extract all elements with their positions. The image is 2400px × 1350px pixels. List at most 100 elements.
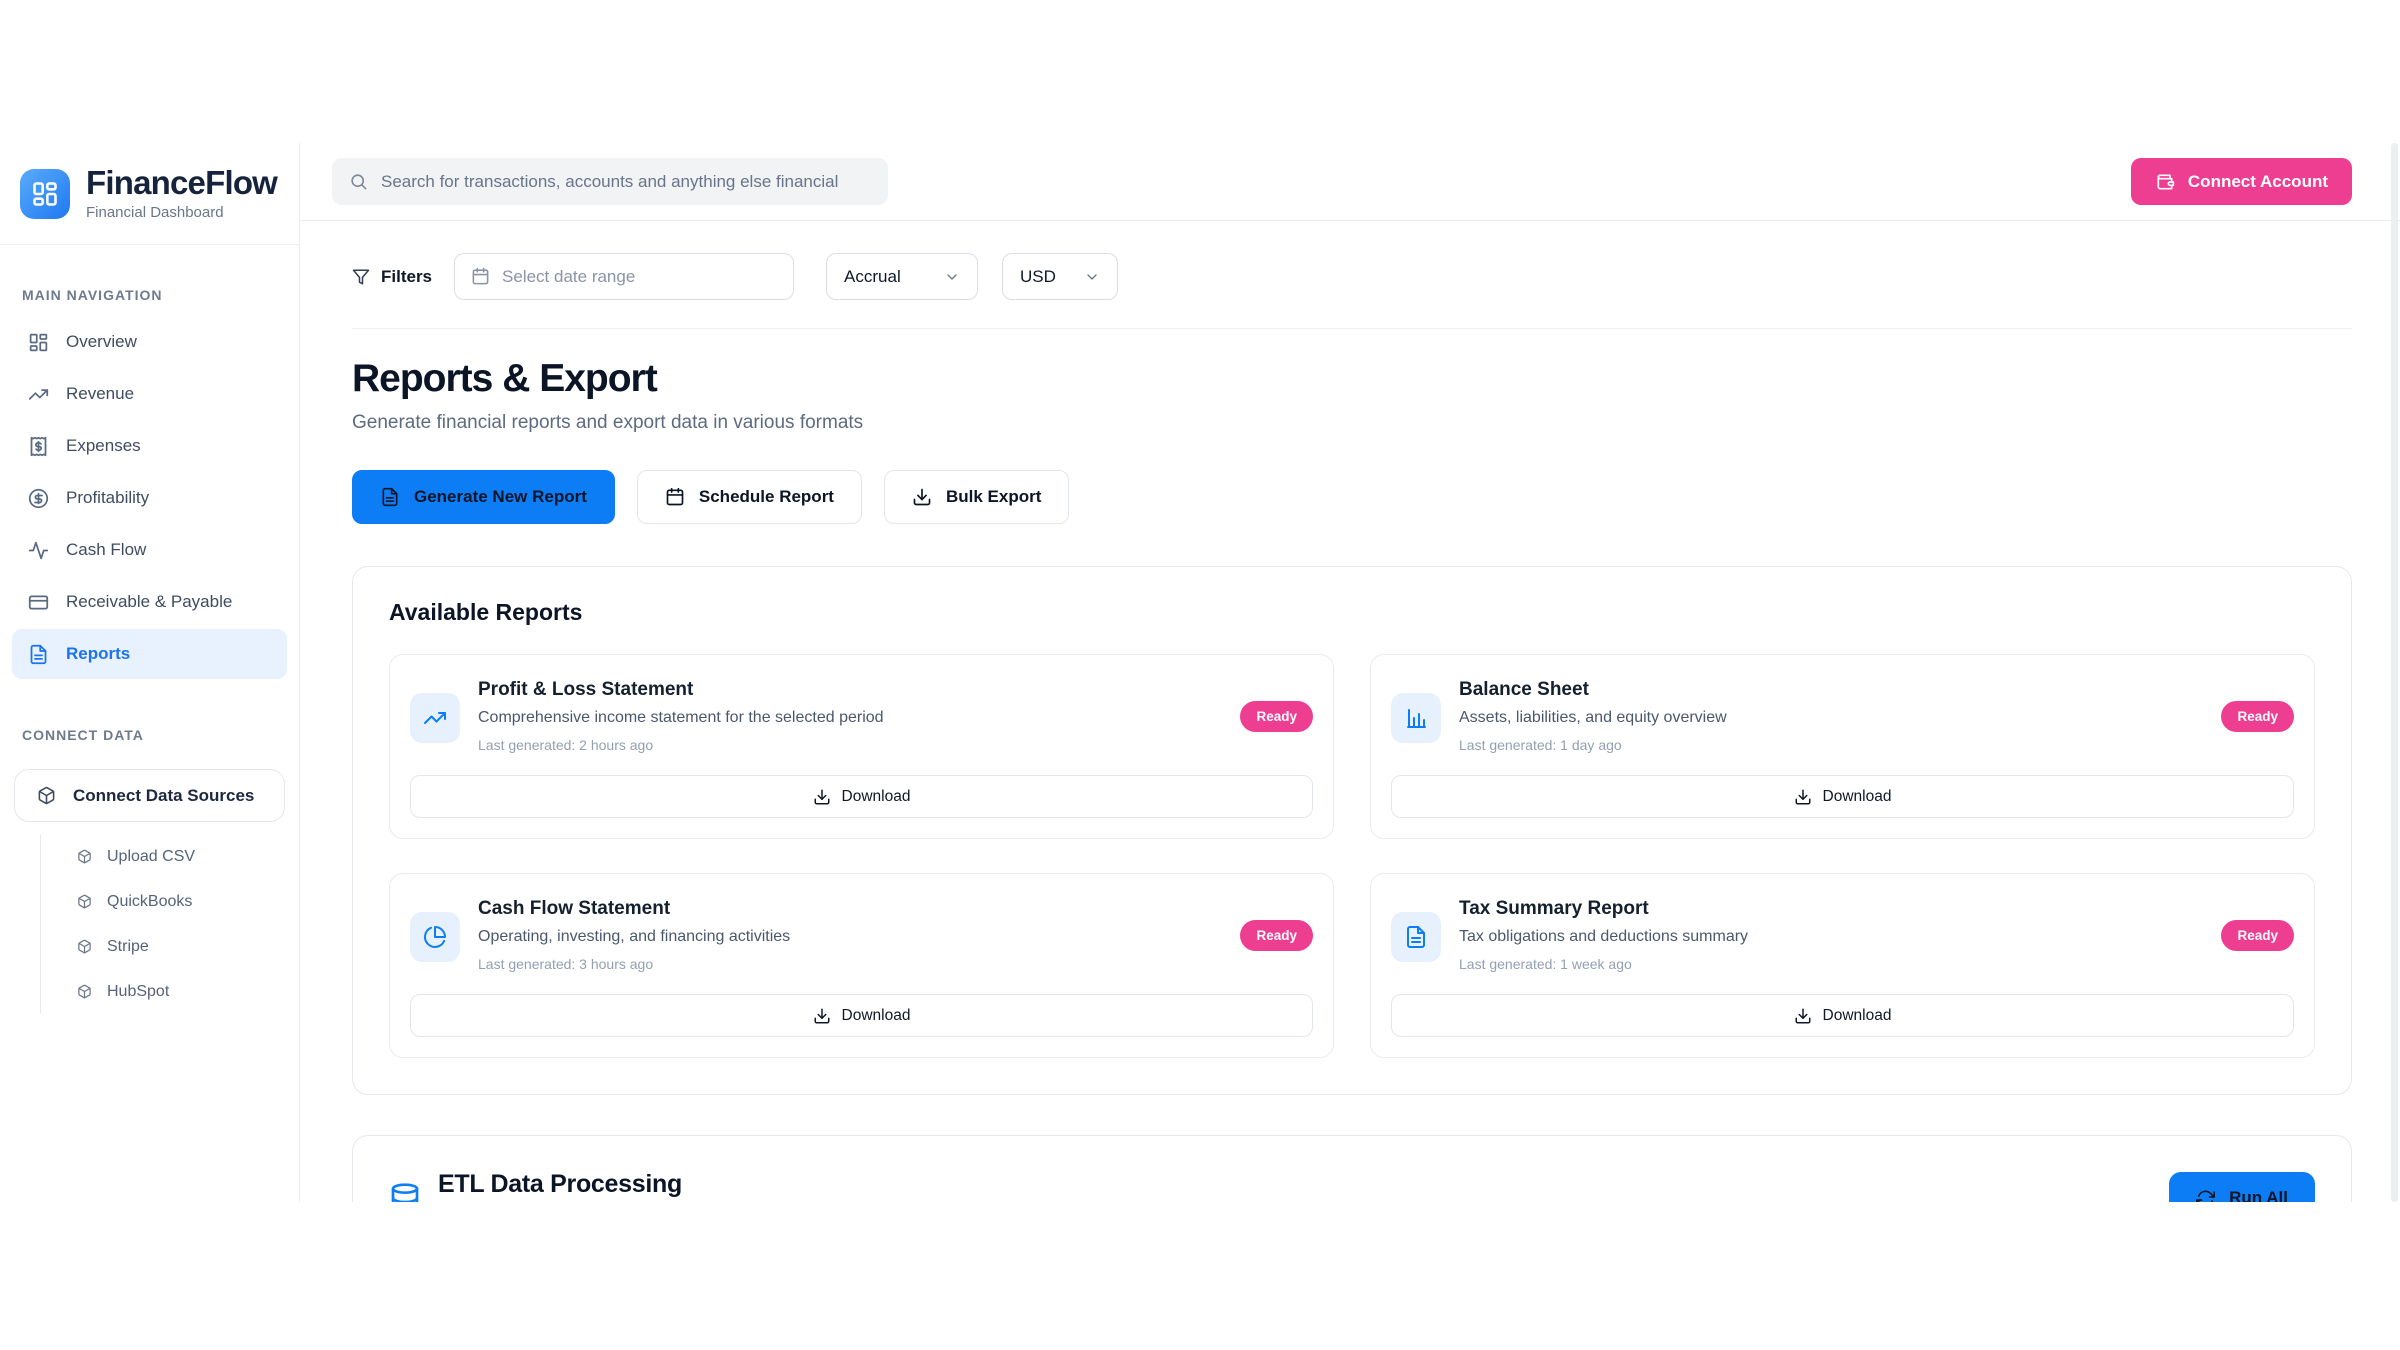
download-icon <box>1794 788 1812 806</box>
connect-data-sources-button[interactable]: Connect Data Sources <box>14 769 285 822</box>
funnel-icon <box>352 268 370 286</box>
receipt-icon <box>28 436 49 457</box>
sidebar-item-label: Cash Flow <box>66 540 146 560</box>
app-logo <box>20 169 70 219</box>
report-icon-tile <box>410 693 460 743</box>
status-badge: Ready <box>1240 701 1313 732</box>
sidebar-item-label: Profitability <box>66 488 149 508</box>
connect-account-label: Connect Account <box>2188 172 2328 192</box>
source-item-stripe[interactable]: Stripe <box>41 924 299 969</box>
calendar-icon <box>665 487 685 507</box>
status-badge: Ready <box>1240 920 1313 951</box>
refresh-icon <box>2196 1189 2215 1203</box>
page-content: Filters Accrual <box>300 221 2400 1202</box>
report-last-generated: Last generated: 3 hours ago <box>478 956 1240 972</box>
filters-toggle[interactable]: Filters <box>352 267 432 287</box>
download-button-profit-loss[interactable]: Download <box>410 775 1313 818</box>
source-item-label: Upload CSV <box>107 848 195 866</box>
database-icon <box>389 1182 421 1202</box>
date-range-input[interactable] <box>502 267 777 287</box>
accounting-basis-value: Accrual <box>844 267 901 287</box>
sidebar-item-label: Receivable & Payable <box>66 592 232 612</box>
credit-card-icon <box>28 592 49 613</box>
schedule-report-label: Schedule Report <box>699 487 834 507</box>
cube-icon <box>77 984 92 999</box>
sidebar-item-revenue[interactable]: Revenue <box>12 369 287 419</box>
connect-account-button[interactable]: Connect Account <box>2131 158 2352 205</box>
filters-label: Filters <box>381 267 432 287</box>
download-button-balance-sheet[interactable]: Download <box>1391 775 2294 818</box>
reports-grid: Profit & Loss Statement Comprehensive in… <box>389 654 2315 1058</box>
report-description: Comprehensive income statement for the s… <box>478 709 1240 727</box>
app-window: FinanceFlow Financial Dashboard MAIN NAV… <box>0 143 2400 1202</box>
main-area: Connect Account Filters <box>300 143 2400 1202</box>
cube-icon <box>77 849 92 864</box>
main-nav: Overview Revenue Expense <box>0 315 299 681</box>
main-nav-heading: MAIN NAVIGATION <box>22 287 277 303</box>
file-text-icon <box>380 487 400 507</box>
calendar-icon <box>471 267 490 286</box>
schedule-report-button[interactable]: Schedule Report <box>637 470 862 524</box>
dashboard-grid-icon <box>31 180 59 208</box>
sidebar-item-overview[interactable]: Overview <box>12 317 287 367</box>
trending-up-icon <box>28 384 49 405</box>
sidebar-item-label: Expenses <box>66 436 141 456</box>
chevron-down-icon <box>944 269 960 285</box>
report-title: Cash Flow Statement <box>478 898 1240 920</box>
generate-new-report-button[interactable]: Generate New Report <box>352 470 615 524</box>
app-tagline: Financial Dashboard <box>86 204 277 221</box>
logo-section: FinanceFlow Financial Dashboard <box>0 143 299 245</box>
download-button-tax-summary[interactable]: Download <box>1391 994 2294 1037</box>
sidebar-item-label: Overview <box>66 332 137 352</box>
file-text-icon <box>28 644 49 665</box>
download-icon <box>1794 1007 1812 1025</box>
report-icon-tile <box>410 912 460 962</box>
sidebar-item-label: Revenue <box>66 384 134 404</box>
sidebar-item-profitability[interactable]: Profitability <box>12 473 287 523</box>
generate-new-report-label: Generate New Report <box>414 487 587 507</box>
available-reports-heading: Available Reports <box>389 599 2315 626</box>
report-description: Assets, liabilities, and equity overview <box>1459 709 2221 727</box>
bar-chart-icon <box>1404 706 1428 730</box>
report-description: Tax obligations and deductions summary <box>1459 928 2221 946</box>
report-title: Balance Sheet <box>1459 679 2221 701</box>
sidebar-item-cash-flow[interactable]: Cash Flow <box>12 525 287 575</box>
scrollbar[interactable] <box>2391 143 2398 1202</box>
report-last-generated: Last generated: 2 hours ago <box>478 737 1240 753</box>
sidebar-item-label: Reports <box>66 644 130 664</box>
cube-icon <box>77 939 92 954</box>
status-badge: Ready <box>2221 701 2294 732</box>
report-icon-tile <box>1391 912 1441 962</box>
report-card-profit-loss: Profit & Loss Statement Comprehensive in… <box>389 654 1334 839</box>
connect-data-heading: CONNECT DATA <box>22 727 277 743</box>
cube-icon <box>37 786 56 805</box>
source-item-label: Stripe <box>107 938 149 956</box>
report-actions: Generate New Report Schedule Report <box>352 470 2352 524</box>
date-range-picker[interactable] <box>454 253 794 300</box>
sidebar-item-reports[interactable]: Reports <box>12 629 287 679</box>
etl-panel: ETL Data Processing Process and refresh … <box>352 1135 2352 1202</box>
circle-dollar-icon <box>28 488 49 509</box>
source-item-quickbooks[interactable]: QuickBooks <box>41 879 299 924</box>
sidebar-item-receivable-payable[interactable]: Receivable & Payable <box>12 577 287 627</box>
source-item-label: HubSpot <box>107 983 169 1001</box>
source-item-upload-csv[interactable]: Upload CSV <box>41 834 299 879</box>
bulk-export-button[interactable]: Bulk Export <box>884 470 1069 524</box>
search-input[interactable] <box>381 172 871 192</box>
app-name: FinanceFlow <box>86 166 277 199</box>
run-all-label: Run All <box>2229 1188 2288 1202</box>
download-label: Download <box>1823 1007 1892 1025</box>
download-icon <box>813 788 831 806</box>
report-card-tax-summary: Tax Summary Report Tax obligations and d… <box>1370 873 2315 1058</box>
run-all-button[interactable]: Run All <box>2169 1172 2315 1203</box>
accounting-basis-select[interactable]: Accrual <box>826 253 978 300</box>
chevron-down-icon <box>1084 269 1100 285</box>
sidebar-item-expenses[interactable]: Expenses <box>12 421 287 471</box>
cube-icon <box>77 894 92 909</box>
download-button-cash-flow[interactable]: Download <box>410 994 1313 1037</box>
currency-select[interactable]: USD <box>1002 253 1118 300</box>
connect-data-sources-label: Connect Data Sources <box>73 786 254 806</box>
download-icon <box>813 1007 831 1025</box>
search-icon <box>349 172 368 191</box>
source-item-hubspot[interactable]: HubSpot <box>41 969 299 1014</box>
